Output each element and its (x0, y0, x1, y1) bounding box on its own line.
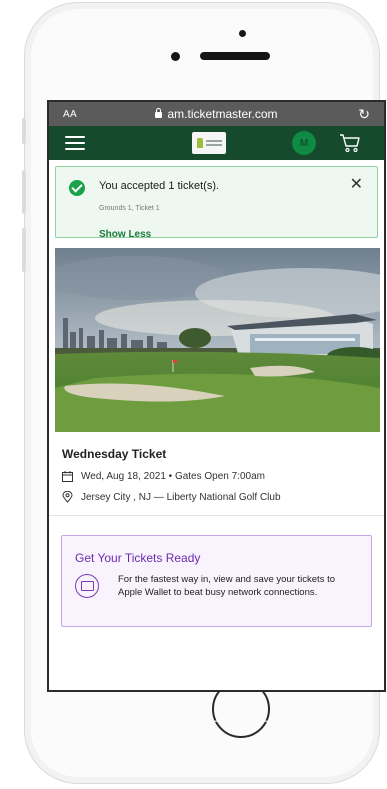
volume-up-button (22, 170, 26, 214)
alert-title: You accepted 1 ticket(s). (99, 180, 220, 192)
cart-icon[interactable] (339, 133, 361, 153)
logo-mark (196, 138, 203, 148)
volume-down-button (22, 228, 26, 272)
event-venue-text: Jersey City , NJ — Liberty National Golf… (81, 491, 281, 503)
event-date-text: Wed, Aug 18, 2021 • Gates Open 7:00am (81, 471, 265, 482)
site-navbar: M (49, 126, 384, 160)
event-hero-image (49, 248, 384, 432)
front-sensor (171, 52, 180, 61)
event-date: Wed, Aug 18, 2021 • Gates Open 7:00am (62, 471, 378, 482)
mute-switch (22, 118, 26, 144)
logo-wordmark (205, 138, 222, 148)
alert-detail: Grounds 1, Ticket 1 (99, 205, 160, 212)
phone-screen: AA am.ticketmaster.com ↻ M You accepted … (47, 100, 386, 692)
url-text: am.ticketmaster.com (167, 107, 278, 121)
success-alert: You accepted 1 ticket(s). ✕ Grounds 1, T… (55, 166, 378, 240)
account-avatar[interactable]: M (292, 131, 316, 155)
location-pin-icon (62, 491, 73, 503)
hamburger-menu-icon[interactable] (65, 136, 85, 154)
earpiece-speaker (200, 52, 270, 60)
browser-address-bar[interactable]: AA am.ticketmaster.com ↻ (49, 102, 384, 126)
tickets-ready-card[interactable]: Get Your Tickets Ready For the fastest w… (61, 535, 372, 627)
section-divider (49, 515, 384, 516)
lock-icon (155, 108, 163, 118)
check-circle-icon (69, 180, 85, 196)
event-venue: Jersey City , NJ — Liberty National Golf… (62, 491, 378, 503)
site-logo[interactable] (192, 132, 226, 154)
close-icon[interactable]: ✕ (350, 177, 363, 193)
page-content: You accepted 1 ticket(s). ✕ Grounds 1, T… (49, 160, 384, 627)
event-title: Wednesday Ticket (62, 447, 167, 461)
calendar-icon (62, 471, 73, 482)
reload-icon[interactable]: ↻ (358, 106, 370, 123)
tickets-ready-body: For the fastest way in, view and save yo… (118, 574, 336, 598)
tickets-ready-title: Get Your Tickets Ready (75, 551, 201, 565)
front-camera (239, 30, 246, 37)
wallet-icon (75, 574, 99, 598)
url-display[interactable]: am.ticketmaster.com (49, 107, 384, 121)
show-less-link[interactable]: Show Less (99, 229, 151, 240)
